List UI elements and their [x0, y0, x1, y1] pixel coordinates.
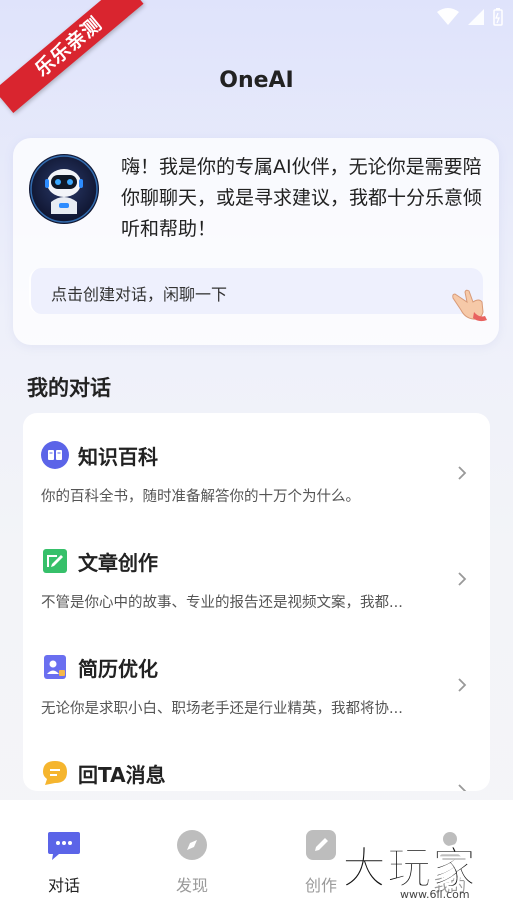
page-title: OneAI — [219, 68, 294, 93]
section-title: 我的对话 — [27, 376, 111, 400]
item-desc: 无论你是求职小白、职场老手还是行业精英，我都将协... — [41, 701, 403, 717]
conversation-list: 知识百科 你的百科全书，随时准备解答你的十万个为什么。 文章创作 不管是你心中的… — [23, 413, 490, 791]
item-title: 文章创作 — [78, 551, 158, 575]
item-title: 知识百科 — [78, 445, 158, 469]
robot-avatar-icon — [29, 154, 99, 224]
item-title: 回TA消息 — [78, 763, 166, 787]
tab-label: 发现 — [175, 876, 208, 895]
chevron-right-icon — [458, 572, 467, 586]
list-item-knowledge[interactable]: 知识百科 你的百科全书，随时准备解答你的十万个为什么。 — [23, 421, 490, 521]
chevron-right-icon — [458, 678, 467, 692]
battery-icon — [493, 8, 503, 26]
watermark-text: 大玩家 — [342, 843, 477, 895]
tab-label: 对话 — [47, 876, 80, 895]
welcome-message: 嗨！我是你的专属AI伙伴，无论你是需要陪你聊聊天，或是寻求建议，我都十分乐意倾听… — [121, 156, 483, 240]
chat-icon — [48, 832, 80, 860]
chevron-right-icon — [458, 466, 467, 480]
hand-pointer-icon — [452, 289, 487, 322]
create-chat-label: 点击创建对话，闲聊一下 — [51, 285, 228, 304]
compass-icon — [177, 830, 207, 860]
wifi-icon — [437, 8, 459, 25]
watermark: 大玩家 www.6ll.com — [340, 832, 513, 912]
item-desc: 不管是你心中的故事、专业的报告还是视频文案，我都... — [41, 595, 403, 611]
book-icon — [41, 441, 69, 469]
welcome-card: 嗨！我是你的专属AI伙伴，无论你是需要陪你聊聊天，或是寻求建议，我都十分乐意倾听… — [13, 138, 499, 345]
item-title: 简历优化 — [78, 657, 158, 681]
create-chat-button[interactable]: 点击创建对话，闲聊一下 — [29, 268, 487, 322]
resume-icon — [44, 655, 66, 679]
list-item-reply[interactable]: 回TA消息 — [23, 739, 490, 791]
chevron-right-icon — [458, 784, 467, 791]
item-desc: 你的百科全书，随时准备解答你的十万个为什么。 — [41, 489, 360, 505]
list-item-writing[interactable]: 文章创作 不管是你心中的故事、专业的报告还是视频文案，我都... — [23, 527, 490, 627]
list-item-resume[interactable]: 简历优化 无论你是求职小白、职场老手还是行业精英，我都将协... — [23, 633, 490, 733]
edit-icon — [43, 549, 67, 573]
status-icons — [437, 8, 503, 26]
tab-chat[interactable]: 对话 — [24, 828, 104, 896]
signal-icon — [468, 9, 484, 25]
tab-discover[interactable]: 发现 — [152, 828, 232, 896]
watermark-url: www.6ll.com — [400, 888, 470, 901]
message-icon — [43, 761, 67, 785]
pen-icon — [306, 830, 336, 860]
